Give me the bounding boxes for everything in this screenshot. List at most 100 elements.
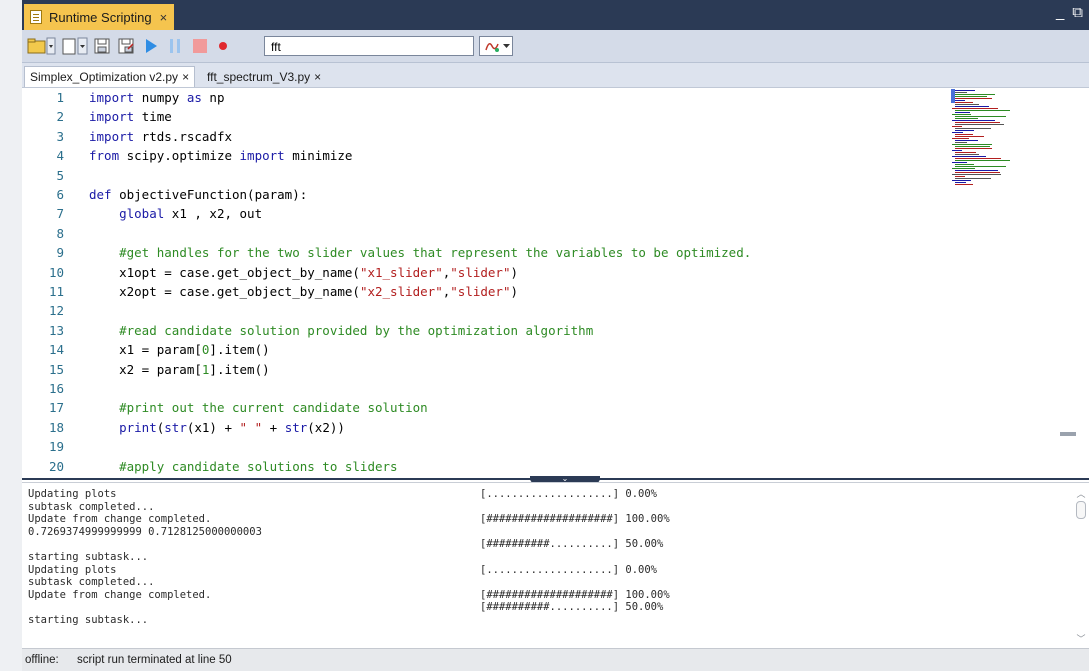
new-file-button[interactable] [60,37,88,55]
minimap-line [955,182,966,183]
code-token: x1 , x2, out [171,206,263,222]
code-text: print(str(x1) + " " + str(x2)) [89,418,345,438]
minimap-line [952,96,987,97]
pause-button[interactable] [166,37,184,55]
file-tab-fft[interactable]: fft_spectrum_V3.py × [202,66,326,87]
close-file-tab-icon[interactable]: × [314,70,321,84]
code-token: x2 = param[ [89,361,202,377]
line-number: 5 [56,167,64,183]
code-line[interactable]: 10 x1opt = case.get_object_by_name("x1_s… [22,263,1089,283]
code-token: + [262,419,285,435]
stop-button[interactable] [190,37,210,55]
code-text: x1 = param[0].item() [89,340,270,360]
code-token: def [89,187,120,202]
minimap-line [955,98,992,99]
code-line[interactable]: 9 #get handles for the two slider values… [22,243,1089,263]
minimap-line [955,158,1001,159]
scroll-up-icon[interactable]: ︿ [1075,487,1087,500]
code-token: x1opt = case.get_object_by_name( [89,264,360,280]
minimap-line [952,114,971,115]
console-progress-line: [....................] 0.00% [480,563,658,576]
save-as-icon [118,38,134,54]
line-number: 10 [48,264,64,280]
save-button[interactable] [92,37,112,55]
console-output[interactable]: Updating plots subtask completed... Update… [22,482,1089,649]
minimap-line [952,162,967,163]
popout-icon[interactable]: ⧉ [1072,4,1083,21]
code-line[interactable]: 6 def objectiveFunction(param): [22,185,1089,205]
minimap-line [952,138,969,139]
console-line: starting subtask... [28,614,149,626]
code-line[interactable]: 12 [22,301,1089,321]
line-number: 18 [48,419,64,435]
line-number: 4 [56,148,64,164]
function-select[interactable] [479,36,513,56]
code-line[interactable]: 17 #print out the current candidate solu… [22,398,1089,418]
run-button[interactable] [142,37,160,55]
code-line[interactable]: 13 #read candidate solution provided by … [22,321,1089,341]
code-editor[interactable]: 1 import numpy as np 2 import time 3 import r… [22,88,1089,480]
line-number: 15 [48,361,64,377]
record-button[interactable] [214,37,232,55]
minimize-icon[interactable]: _ [1056,4,1064,21]
code-line[interactable]: 1 import numpy as np [22,88,1089,108]
code-line[interactable]: 7 global x1 , x2, out [22,204,1089,224]
console-scrollbar[interactable]: ︿ ﹀ [1075,487,1087,645]
code-minimap[interactable] [950,88,1080,188]
open-folder-icon [27,37,56,55]
code-line[interactable]: 16 [22,379,1089,399]
close-file-tab-icon[interactable]: × [182,70,189,84]
code-line[interactable]: 18 print(str(x1) + " " + str(x2)) [22,418,1089,438]
minimap-line [952,144,992,145]
minimap-line [955,154,979,155]
code-line[interactable]: 3 import rtds.rscadfx [22,127,1089,147]
file-tab-label: fft_spectrum_V3.py [207,69,311,84]
minimap-line [952,90,975,91]
code-token: import [89,109,142,125]
code-line[interactable]: 11 x2opt = case.get_object_by_name("x2_s… [22,282,1089,302]
code-token: (x1) + [186,419,240,435]
save-as-button[interactable] [116,37,136,55]
code-line[interactable]: 14 x1 = param[0].item() [22,340,1089,360]
code-line[interactable]: 15 x2 = param[1].item() [22,360,1089,380]
code-text: x1opt = case.get_object_by_name("x1_slid… [89,263,518,283]
editor-scroll-marker[interactable] [1060,432,1076,436]
code-line[interactable]: 20 #apply candidate solutions to sliders [22,457,1089,477]
code-line[interactable]: 8 [22,224,1089,244]
search-input[interactable]: fft [264,36,474,56]
console-progress-line: [....................] 0.00% [480,488,658,500]
code-text: import numpy as np [89,88,224,108]
minimap-line [955,172,1000,173]
minimap-line [952,108,998,109]
code-text: x2opt = case.get_object_by_name("x2_slid… [89,282,518,302]
minimap-line [955,106,989,107]
minimap-line [955,176,965,177]
code-text: #read candidate solution provided by the… [89,321,593,341]
runtime-scripting-tab[interactable]: Runtime Scripting × [24,4,174,30]
code-line[interactable]: 4 from scipy.optimize import minimize [22,146,1089,166]
code-token: import [89,128,142,144]
code-token: x2opt = case.get_object_by_name( [89,284,360,299]
console-line: 0.7269374999999999 0.7128125000000003 [28,525,262,538]
open-folder-button[interactable] [26,37,56,55]
close-tab-icon[interactable]: × [160,10,168,25]
minimap-line [955,178,991,179]
code-line[interactable]: 5 [22,166,1089,186]
code-token: ) [510,264,519,280]
console-progress-line: [##########..........] 50.00% [480,538,664,551]
code-line[interactable]: 19 [22,437,1089,457]
scroll-thumb[interactable] [1076,501,1086,519]
line-number: 17 [48,400,64,416]
runtime-scripting-window: Runtime Scripting × _ ⧉ fft Simplex_Opti… [22,0,1089,671]
file-tab-simplex[interactable]: Simplex_Optimization v2.py × [24,66,196,87]
code-token: "x2_slider" [359,284,443,299]
code-token: str [164,419,187,435]
minimap-viewport[interactable] [951,89,955,103]
scroll-down-icon[interactable]: ﹀ [1075,632,1087,645]
code-line[interactable]: 2 import time [22,107,1089,127]
code-text: import time [89,107,172,127]
run-icon [146,39,157,53]
